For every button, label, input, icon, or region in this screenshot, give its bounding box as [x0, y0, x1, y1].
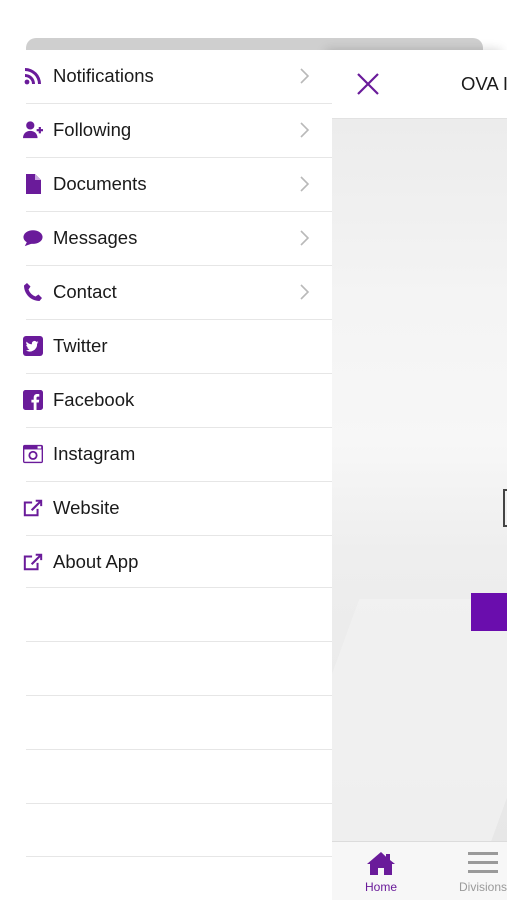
menu-item-twitter[interactable]: Twitter — [0, 320, 332, 373]
tab-home[interactable]: Home — [346, 850, 416, 894]
chevron-right-icon — [298, 282, 312, 302]
menu-item-website[interactable]: Website — [0, 482, 332, 535]
menu-item-label: Website — [53, 497, 120, 518]
menu-item-label: Documents — [53, 173, 147, 194]
divider — [26, 587, 332, 588]
menu-icon — [468, 850, 498, 876]
divider — [26, 749, 332, 750]
page-title: OVA I — [461, 73, 507, 94]
tab-divisions[interactable]: Divisions — [448, 850, 507, 894]
document-icon — [22, 173, 44, 195]
menu-item-messages[interactable]: Messages — [0, 212, 332, 265]
menu-item-label: Facebook — [53, 389, 135, 410]
menu-item-facebook[interactable]: Facebook — [0, 374, 332, 427]
user-plus-icon — [22, 119, 44, 141]
menu-item-label: Contact — [53, 281, 117, 302]
tab-bar: Home Divisions — [332, 841, 507, 900]
menu-item-instagram[interactable]: Instagram — [0, 428, 332, 481]
main-panel: OVA I Home Divisions — [332, 50, 507, 900]
chat-bubble-icon — [22, 227, 44, 249]
tab-label: Home — [364, 880, 397, 894]
menu-item-documents[interactable]: Documents — [0, 158, 332, 211]
panel-header: OVA I — [332, 50, 507, 119]
menu-item-label: Twitter — [53, 335, 108, 356]
home-icon — [366, 850, 396, 876]
background-strip — [26, 38, 483, 50]
action-button[interactable] — [471, 593, 507, 631]
divider — [26, 803, 332, 804]
chevron-right-icon — [298, 228, 312, 248]
twitter-icon — [22, 335, 44, 357]
facebook-icon — [22, 389, 44, 411]
menu-item-about-app[interactable]: About App — [0, 536, 332, 589]
external-link-icon — [22, 497, 44, 519]
court-floor — [332, 599, 507, 859]
menu-item-contact[interactable]: Contact — [0, 266, 332, 319]
chevron-right-icon — [298, 120, 312, 140]
chevron-right-icon — [298, 174, 312, 194]
logo-fragment — [503, 489, 507, 527]
tab-label: Divisions — [458, 880, 507, 894]
rss-icon — [22, 65, 44, 87]
menu-item-label: Instagram — [53, 443, 136, 464]
menu-item-label: About App — [53, 551, 139, 572]
instagram-icon — [22, 443, 44, 465]
close-icon[interactable] — [356, 72, 380, 96]
divider — [26, 641, 332, 642]
side-menu: Notifications Following Documents Messag… — [0, 50, 332, 900]
menu-item-label: Messages — [53, 227, 138, 248]
menu-item-notifications[interactable]: Notifications — [0, 50, 332, 103]
external-link-icon — [22, 551, 44, 573]
hero-image — [332, 119, 507, 859]
menu-item-label: Following — [53, 119, 132, 140]
chevron-right-icon — [298, 66, 312, 86]
menu-item-label: Notifications — [53, 65, 154, 86]
divider — [26, 856, 332, 857]
phone-icon — [22, 281, 44, 303]
divider — [26, 695, 332, 696]
menu-item-following[interactable]: Following — [0, 104, 332, 157]
